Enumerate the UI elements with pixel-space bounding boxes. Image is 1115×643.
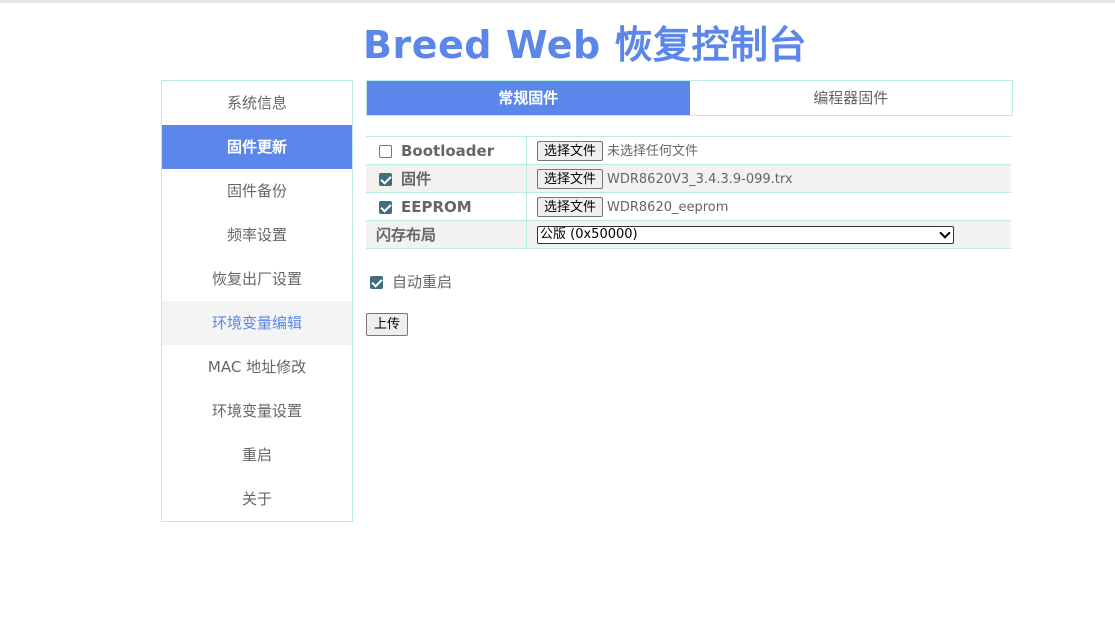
firmware-choose-file-button[interactable]: 选择文件 bbox=[537, 168, 604, 189]
firmware-checkbox[interactable] bbox=[379, 173, 392, 186]
firmware-label: 固件 bbox=[401, 170, 432, 188]
tab-programmer-firmware[interactable]: 编程器固件 bbox=[690, 81, 1013, 115]
firmware-form: Bootloader 选择文件 未选择任何文件 固件 选择文件 WDR8620V3_… bbox=[366, 136, 1011, 249]
firmware-tabs: 常规固件 编程器固件 bbox=[366, 80, 1013, 116]
row-bootloader: Bootloader 选择文件 未选择任何文件 bbox=[366, 136, 1011, 165]
sidebar-item-factory-reset[interactable]: 恢复出厂设置 bbox=[162, 257, 352, 301]
chevron-down-icon bbox=[939, 226, 951, 239]
auto-reboot-checkbox[interactable] bbox=[370, 276, 383, 289]
sidebar-item-firmware-backup[interactable]: 固件备份 bbox=[162, 169, 352, 213]
row-eeprom: EEPROM 选择文件 WDR8620_eeprom bbox=[366, 192, 1011, 221]
sidebar-item-mac-address[interactable]: MAC 地址修改 bbox=[162, 345, 352, 389]
sidebar-item-about[interactable]: 关于 bbox=[162, 477, 352, 521]
eeprom-choose-file-button[interactable]: 选择文件 bbox=[537, 196, 604, 217]
sidebar: 系统信息 固件更新 固件备份 频率设置 恢复出厂设置 环境变量编辑 MAC 地址… bbox=[161, 80, 353, 522]
sidebar-item-system-info[interactable]: 系统信息 bbox=[162, 81, 352, 125]
sidebar-item-env-settings[interactable]: 环境变量设置 bbox=[162, 389, 352, 433]
page-title: Breed Web 恢复控制台 bbox=[363, 23, 807, 67]
auto-reboot-label: 自动重启 bbox=[392, 273, 453, 291]
auto-reboot: 自动重启 bbox=[357, 271, 452, 292]
firmware-file-name: WDR8620V3_3.4.3.9-099.trx bbox=[607, 171, 793, 187]
eeprom-label: EEPROM bbox=[401, 197, 472, 216]
bootloader-checkbox[interactable] bbox=[379, 144, 392, 158]
row-firmware: 固件 选择文件 WDR8620V3_3.4.3.9-099.trx bbox=[366, 164, 1011, 193]
eeprom-file-name: WDR8620_eeprom bbox=[607, 199, 729, 215]
sidebar-item-firmware-update[interactable]: 固件更新 bbox=[162, 125, 352, 169]
flash-layout-label: 闪存布局 bbox=[376, 226, 437, 244]
flash-layout-select[interactable]: 公版 (0x50000) bbox=[537, 225, 954, 244]
eeprom-checkbox[interactable] bbox=[379, 200, 392, 214]
bootloader-label: Bootloader bbox=[401, 141, 495, 160]
sidebar-item-frequency-settings[interactable]: 频率设置 bbox=[162, 213, 352, 257]
top-border bbox=[0, 0, 1115, 3]
sidebar-item-env-edit[interactable]: 环境变量编辑 bbox=[162, 301, 352, 345]
tab-regular-firmware[interactable]: 常规固件 bbox=[367, 81, 690, 115]
upload-button[interactable]: 上传 bbox=[366, 313, 408, 336]
sidebar-item-reboot[interactable]: 重启 bbox=[162, 433, 352, 477]
flash-layout-selected-value: 公版 (0x50000) bbox=[540, 226, 638, 242]
bootloader-choose-file-button[interactable]: 选择文件 bbox=[537, 141, 604, 161]
row-flash-layout: 闪存布局 公版 (0x50000) bbox=[366, 220, 1011, 249]
bootloader-file-name: 未选择任何文件 bbox=[607, 144, 699, 159]
